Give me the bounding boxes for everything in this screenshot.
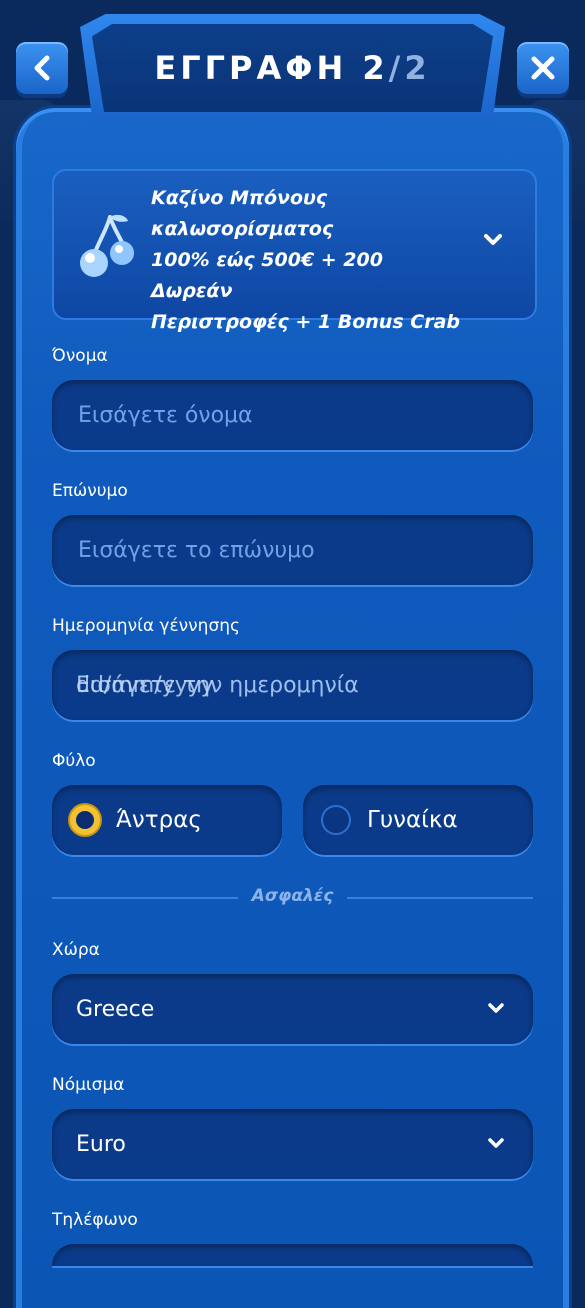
chevron-down-icon [488,1003,504,1013]
back-button[interactable] [16,42,68,94]
last-name-label: Επώνυμο [52,481,128,501]
chevron-left-icon [34,55,50,81]
country-label: Χώρα [52,940,100,960]
currency-select[interactable]: Euro [52,1109,533,1179]
chevron-down-icon [488,1138,504,1148]
first-name-label: Όνομα [52,346,108,366]
gender-option-female[interactable]: Γυναίκα [303,785,533,855]
country-value: Greece [76,996,155,1022]
secure-divider-label: Ασφαλές [251,886,334,906]
currency-value: Euro [76,1131,126,1157]
birthdate-format-hint: dd/mm/yyyy [76,672,214,698]
gender-option-male[interactable]: Άντρας [52,785,282,855]
close-button[interactable] [517,42,569,94]
phone-label: Τηλέφωνο [52,1210,138,1230]
country-select[interactable]: Greece [52,974,533,1044]
birthdate-field[interactable]: Εισάγετε την ημερομηνία dd/mm/yyyy [52,650,533,720]
chevron-down-icon [484,234,502,245]
radio-unselected-icon [321,805,351,835]
bonus-selector[interactable]: Καζίνο Μπόνους καλωσορίσματος 100% εώς 5… [52,169,537,333]
radio-selected-icon [70,805,100,835]
page-title: ΕΓΓΡΑΦΗ 2/2 [154,49,431,87]
gender-option-label: Άντρας [116,807,202,833]
title-plate: ΕΓΓΡΑΦΗ 2/2 [92,24,493,112]
gender-label: Φύλο [52,751,96,771]
last-name-input[interactable] [76,536,533,564]
bonus-description: Καζίνο Μπόνους καλωσορίσματος 100% εώς 5… [151,187,460,333]
close-icon [531,56,555,80]
currency-label: Νόμισμα [52,1075,125,1095]
first-name-field[interactable] [52,380,533,450]
phone-field[interactable] [52,1244,533,1266]
gender-option-label: Γυναίκα [367,807,458,833]
first-name-input[interactable] [76,401,533,429]
last-name-field[interactable] [52,515,533,585]
cherries-icon [80,214,134,277]
birthdate-label: Ημερομηνία γέννησης [52,616,240,636]
